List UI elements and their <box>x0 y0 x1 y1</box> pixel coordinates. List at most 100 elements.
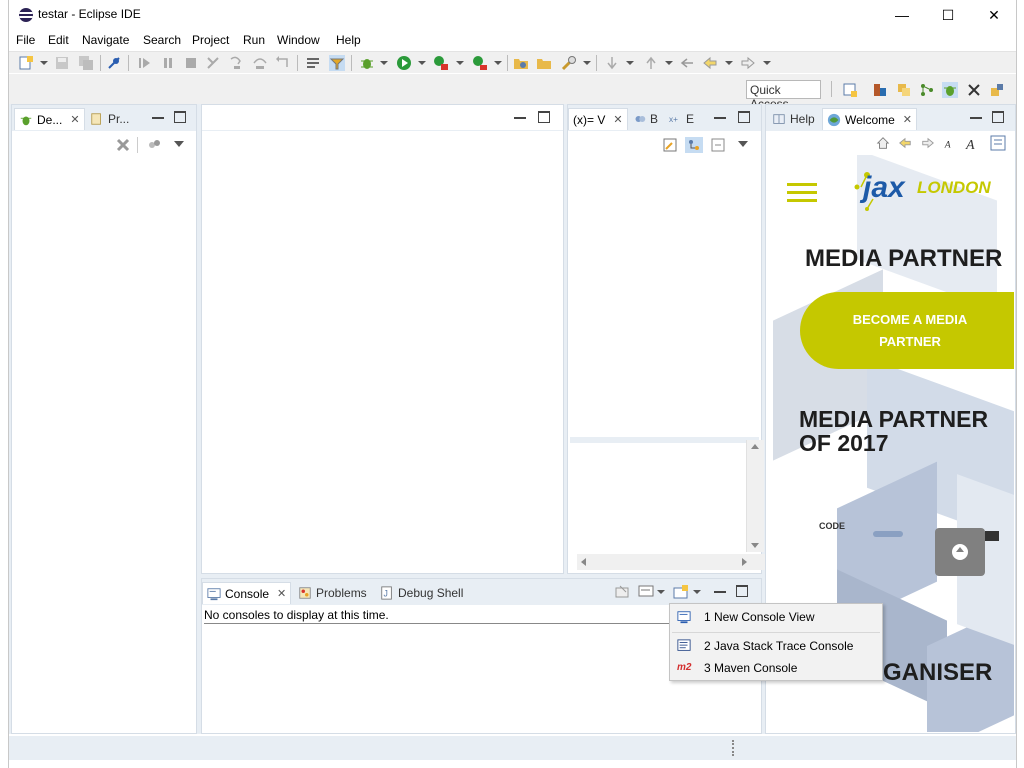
back-icon[interactable] <box>898 136 912 150</box>
open-console-icon[interactable] <box>673 584 689 600</box>
menu-navigate[interactable]: Navigate <box>82 33 129 47</box>
maximize-view-button[interactable] <box>736 585 748 597</box>
run-icon[interactable] <box>396 55 412 71</box>
scroll-to-top-button[interactable] <box>935 528 985 576</box>
collapse-all-icon[interactable] <box>146 137 162 153</box>
close-tab-icon[interactable]: ✕ <box>613 113 622 126</box>
tab-project-explorer[interactable]: Pr... <box>86 108 133 130</box>
minimize-view-button[interactable] <box>714 111 726 119</box>
hamburger-menu-icon[interactable] <box>787 183 817 205</box>
minimize-view-button[interactable] <box>714 585 726 593</box>
close-tab-icon[interactable]: ✕ <box>903 113 912 126</box>
coverage-dropdown-arrow[interactable] <box>456 61 464 65</box>
menu-help[interactable]: Help <box>336 33 361 47</box>
display-selected-console-icon[interactable] <box>638 584 654 600</box>
tab-expressions[interactable]: x+ E <box>664 108 698 130</box>
remove-launches-icon[interactable] <box>115 137 131 153</box>
open-console-dropdown-arrow[interactable] <box>693 590 701 594</box>
minimize-editor-button[interactable] <box>514 111 526 119</box>
close-button[interactable]: ✕ <box>971 0 1017 30</box>
back-dropdown-arrow[interactable] <box>725 61 733 65</box>
back-icon[interactable] <box>702 55 718 71</box>
minimize-view-button[interactable] <box>152 111 164 119</box>
increase-font-icon[interactable]: A <box>965 135 981 151</box>
run-dropdown-arrow[interactable] <box>418 61 426 65</box>
next-annotation-dropdown-arrow[interactable] <box>626 61 634 65</box>
collapse-all-icon[interactable] <box>710 137 726 153</box>
debug-dropdown-arrow[interactable] <box>380 61 388 65</box>
new-icon[interactable] <box>18 55 34 71</box>
git-perspective-icon[interactable] <box>919 82 935 98</box>
show-logical-structure-icon[interactable] <box>685 137 703 153</box>
menu-item-new-console-view[interactable]: 1 New Console View <box>670 607 882 627</box>
tab-problems[interactable]: Problems <box>294 582 371 604</box>
skip-breakpoints-icon[interactable] <box>106 55 122 71</box>
menu-project[interactable]: Project <box>192 33 229 47</box>
scroll-up-icon[interactable] <box>751 444 759 449</box>
minimize-view-button[interactable] <box>970 111 982 119</box>
coverage-icon[interactable] <box>433 55 449 71</box>
menu-run[interactable]: Run <box>243 33 265 47</box>
external-tools-icon[interactable] <box>472 55 488 71</box>
decrease-font-icon[interactable]: A <box>943 136 957 150</box>
maximize-button[interactable]: ☐ <box>925 0 971 30</box>
maximize-view-button[interactable] <box>738 111 750 123</box>
details-vertical-scrollbar[interactable] <box>746 440 764 552</box>
menu-edit[interactable]: Edit <box>48 33 69 47</box>
pin-console-icon[interactable] <box>614 584 630 600</box>
scroll-down-icon[interactable] <box>751 543 759 548</box>
forward-dropdown-arrow[interactable] <box>763 61 771 65</box>
status-bar-handle[interactable] <box>732 740 734 756</box>
last-edit-location-icon[interactable] <box>679 55 695 71</box>
tab-help[interactable]: Help <box>768 108 819 130</box>
close-tab-icon[interactable]: ✕ <box>277 587 286 600</box>
search-dropdown-arrow[interactable] <box>583 61 591 65</box>
forward-icon[interactable] <box>921 136 935 150</box>
plugin-perspective-icon[interactable] <box>989 82 1005 98</box>
use-step-filters-icon[interactable] <box>329 55 345 71</box>
previous-annotation-dropdown-arrow[interactable] <box>665 61 673 65</box>
xml-perspective-icon[interactable] <box>966 82 982 98</box>
drop-to-frame-icon[interactable] <box>305 55 321 71</box>
java-ee-perspective-icon[interactable] <box>872 82 888 98</box>
maximize-view-button[interactable] <box>992 111 1004 123</box>
customize-page-icon[interactable] <box>990 135 1006 151</box>
forward-icon[interactable] <box>740 55 756 71</box>
tab-welcome[interactable]: Welcome ✕ <box>822 108 918 130</box>
menu-item-maven-console[interactable]: m2 3 Maven Console <box>670 658 882 678</box>
debug-icon[interactable] <box>359 55 375 71</box>
view-menu-icon[interactable] <box>174 141 184 147</box>
display-console-dropdown-arrow[interactable] <box>657 590 665 594</box>
details-pane-divider[interactable] <box>570 437 759 443</box>
quick-access-field[interactable]: Quick Access <box>746 80 821 111</box>
minimize-button[interactable]: — <box>879 0 925 30</box>
new-dropdown-arrow[interactable] <box>40 61 48 65</box>
details-horizontal-scrollbar[interactable] <box>577 554 765 570</box>
maximize-view-button[interactable] <box>174 111 186 123</box>
menu-search[interactable]: Search <box>143 33 181 47</box>
menu-file[interactable]: File <box>16 33 35 47</box>
search-tool-icon[interactable] <box>561 55 577 71</box>
tab-debug-shell[interactable]: J Debug Shell <box>376 582 467 604</box>
jax-london-logo[interactable]: jax LONDON <box>853 169 1003 211</box>
external-tools-dropdown-arrow[interactable] <box>494 61 502 65</box>
home-icon[interactable] <box>876 136 890 150</box>
maximize-editor-button[interactable] <box>538 111 550 123</box>
scroll-right-icon[interactable] <box>742 558 747 566</box>
debug-perspective-icon[interactable] <box>942 82 958 98</box>
menu-window[interactable]: Window <box>277 33 320 47</box>
scroll-left-icon[interactable] <box>581 558 586 566</box>
view-menu-icon[interactable] <box>738 141 748 147</box>
menu-item-java-stack-trace-console[interactable]: 2 Java Stack Trace Console <box>670 636 882 656</box>
close-tab-icon[interactable]: ✕ <box>70 113 79 126</box>
open-perspective-icon[interactable] <box>842 82 858 98</box>
tab-breakpoints[interactable]: B <box>630 108 662 130</box>
resource-perspective-icon[interactable] <box>896 82 912 98</box>
tab-variables[interactable]: (x)= V ✕ <box>568 108 628 130</box>
become-media-partner-button[interactable]: BECOME A MEDIA PARTNER <box>800 292 1014 369</box>
show-type-names-icon[interactable] <box>662 137 678 153</box>
open-folder-icon[interactable] <box>536 55 552 71</box>
new-java-project-icon[interactable] <box>513 55 529 71</box>
tab-console[interactable]: Console ✕ <box>202 582 292 604</box>
tab-debug[interactable]: De... ✕ <box>14 108 85 130</box>
